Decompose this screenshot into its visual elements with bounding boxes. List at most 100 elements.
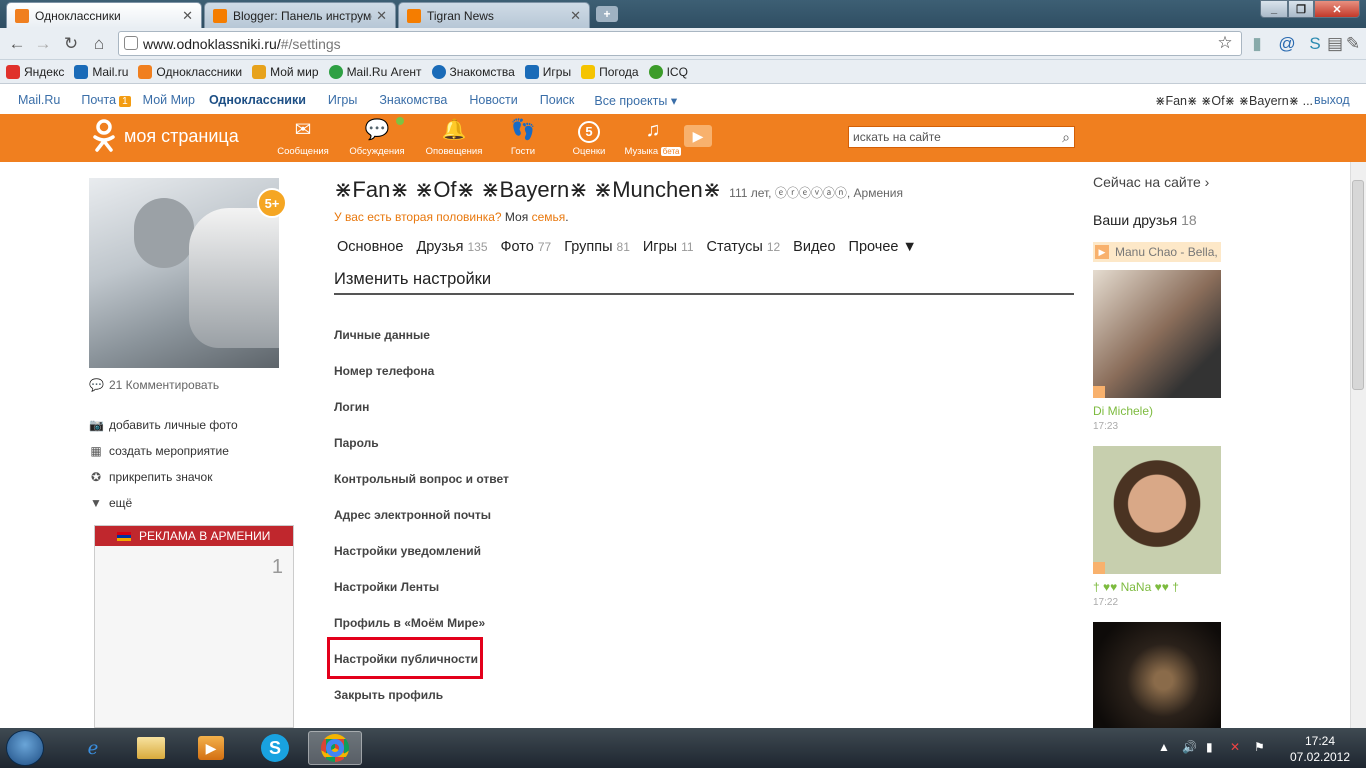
forward-icon[interactable]: → — [32, 33, 54, 55]
home-icon[interactable]: ⌂ — [88, 33, 110, 55]
friend-photo[interactable] — [1093, 622, 1221, 728]
tray-app-icon[interactable]: ▮ — [1206, 740, 1213, 754]
tab-statuses[interactable]: Статусы 12 — [707, 239, 781, 255]
network-icon[interactable]: ✕ — [1230, 740, 1240, 754]
tab-photos[interactable]: Фото 77 — [501, 239, 552, 255]
start-button[interactable] — [6, 730, 44, 766]
portal-novosti[interactable]: Новости — [469, 93, 517, 107]
bookmark-yandex[interactable]: Яндекс — [6, 64, 64, 79]
friend-music-status[interactable]: ▶ Manu Chao - Bella, — [1093, 242, 1221, 262]
bookmark-mailru[interactable]: Mail.ru — [74, 64, 128, 79]
close-window-button[interactable]: ✕ — [1314, 0, 1360, 18]
bookmark-odnoklassniki[interactable]: Одноклассники — [138, 64, 242, 79]
bookmark-znakomstva[interactable]: Знакомства — [431, 64, 515, 79]
bookmark-igry[interactable]: Игры — [524, 64, 571, 79]
profile-avatar[interactable]: 5+ — [89, 178, 287, 368]
play-icon[interactable]: ▶ — [1095, 245, 1109, 259]
site-search-input[interactable]: искать на сайте ⌕ — [848, 126, 1075, 148]
my-page-link[interactable]: моя страница — [92, 119, 239, 153]
address-bar[interactable]: www.odnoklassniki.ru/#/settings — [118, 31, 1242, 56]
nav-messages[interactable]: ✉ Сообщения — [272, 118, 334, 157]
portal-pochta[interactable]: Почта 1 — [81, 93, 131, 107]
logout-link[interactable]: выход — [1314, 93, 1350, 107]
friend-photo[interactable] — [1093, 446, 1221, 574]
settings-notifications[interactable]: Настройки уведомлений — [334, 544, 481, 558]
skype-icon[interactable]: S — [1304, 33, 1326, 55]
explorer-folder-icon[interactable] — [124, 731, 178, 765]
minimize-button[interactable]: _ — [1260, 0, 1288, 18]
signal-icon[interactable]: ▮ — [1246, 33, 1268, 55]
play-icon[interactable]: ▶ — [684, 125, 712, 147]
close-tab-icon[interactable]: ✕ — [376, 8, 387, 24]
tab-odnoklassniki[interactable]: Одноклассники ✕ — [6, 2, 202, 28]
portal-user[interactable]: ⋇Fan⋇ ⋇Of⋇ ⋇Bayern⋇ ... — [1155, 93, 1313, 108]
bookmark-moy-mir[interactable]: Мой мир — [252, 64, 319, 79]
mail-agent-icon[interactable]: @ — [1276, 33, 1298, 55]
settings-security-question[interactable]: Контрольный вопрос и ответ — [334, 472, 509, 486]
close-tab-icon[interactable]: ✕ — [182, 8, 193, 24]
bookmark-icq[interactable]: ICQ — [648, 64, 688, 79]
maximize-button[interactable]: ❐ — [1288, 0, 1314, 18]
nav-guests[interactable]: 👣 Гости — [492, 118, 554, 157]
settings-moy-mir-profile[interactable]: Профиль в «Моём Мире» — [334, 616, 485, 630]
nav-music[interactable]: ♫ Музыка бета — [622, 118, 684, 157]
tab-other[interactable]: Прочее ▼ — [849, 239, 917, 255]
tab-games[interactable]: Игры 11 — [643, 239, 694, 255]
add-photo-link[interactable]: 📷 добавить личные фото — [89, 418, 238, 432]
bookmark-pogoda[interactable]: Погода — [581, 64, 639, 79]
comments-link[interactable]: 💬 21 Комментировать — [89, 378, 219, 392]
wrench-icon[interactable]: ✎ — [1342, 33, 1364, 55]
create-event-link[interactable]: ▦ создать мероприятие — [89, 444, 229, 458]
portal-all-projects[interactable]: Все проекты ▾ — [594, 93, 677, 108]
portal-mailru[interactable]: Mail.Ru — [18, 93, 60, 107]
volume-icon[interactable]: 🔊 — [1182, 740, 1197, 754]
settings-phone[interactable]: Номер телефона — [334, 364, 434, 378]
settings-close-profile[interactable]: Закрыть профиль — [334, 688, 443, 702]
settings-personal-data[interactable]: Личные данные — [334, 328, 430, 342]
internet-explorer-icon[interactable]: ℯ — [66, 731, 120, 765]
portal-odnoklassniki[interactable]: Одноклассники — [209, 93, 306, 107]
attach-badge-link[interactable]: ✪ прикрепить значок — [89, 470, 213, 484]
now-online-link[interactable]: Сейчас на сайте › — [1093, 174, 1209, 190]
taskbar-clock[interactable]: 17:24 07.02.2012 — [1280, 733, 1360, 765]
new-tab-button[interactable]: + — [596, 6, 618, 22]
tab-tigran-news[interactable]: Tigran News ✕ — [398, 2, 590, 28]
media-player-icon[interactable]: ▶ — [184, 731, 238, 765]
nav-notifications[interactable]: 🔔 Оповещения — [423, 118, 485, 157]
partner-question-link[interactable]: У вас есть вторая половинка? — [334, 210, 502, 224]
settings-feed[interactable]: Настройки Ленты — [334, 580, 439, 594]
portal-znakomstva[interactable]: Знакомства — [379, 93, 447, 107]
back-icon[interactable]: ← — [6, 33, 28, 55]
settings-email[interactable]: Адрес электронной почты — [334, 508, 491, 522]
settings-login[interactable]: Логин — [334, 400, 369, 414]
portal-igry[interactable]: Игры — [328, 93, 357, 107]
skype-taskbar-icon[interactable]: S — [248, 731, 302, 765]
portal-poisk[interactable]: Поиск — [540, 93, 575, 107]
bookmark-mailru-agent[interactable]: Mail.Ru Агент — [328, 64, 422, 79]
mail-count-badge: 1 — [119, 96, 131, 107]
tab-blogger[interactable]: Blogger: Панель инструме ✕ — [204, 2, 396, 28]
profile-name: ⋇Fan⋇ ⋇Of⋇ ⋇Bayern⋇ ⋇Munchen⋇ — [334, 177, 722, 202]
settings-password[interactable]: Пароль — [334, 436, 379, 450]
bookmark-star-icon[interactable]: ☆ — [1214, 32, 1236, 54]
scrollbar-thumb[interactable] — [1352, 180, 1364, 390]
tab-main[interactable]: Основное — [337, 239, 403, 255]
chrome-taskbar-icon[interactable] — [308, 731, 362, 765]
flag-icon[interactable]: ⚑ — [1254, 740, 1265, 754]
nav-ratings[interactable]: 5 Оценки — [558, 118, 620, 157]
close-tab-icon[interactable]: ✕ — [570, 8, 581, 24]
family-link[interactable]: семья — [532, 210, 566, 224]
tab-friends[interactable]: Друзья 135 — [416, 239, 487, 255]
tray-expand-icon[interactable]: ▲ — [1158, 740, 1170, 754]
friend-photo[interactable] — [1093, 270, 1221, 398]
camera-icon: 📷 — [89, 418, 104, 432]
friend-name[interactable]: † ♥♥ NaNa ♥♥ † — [1093, 580, 1179, 594]
reload-icon[interactable]: ↻ — [60, 33, 82, 55]
friend-name[interactable]: Di Michele) — [1093, 404, 1153, 418]
more-link[interactable]: ▼ ещё — [89, 496, 132, 510]
tab-groups[interactable]: Группы 81 — [564, 239, 630, 255]
portal-moy-mir[interactable]: Мой Мир — [143, 93, 195, 107]
tab-video[interactable]: Видео — [793, 239, 835, 255]
avatar-face — [134, 198, 194, 268]
search-icon[interactable]: ⌕ — [1062, 129, 1070, 146]
